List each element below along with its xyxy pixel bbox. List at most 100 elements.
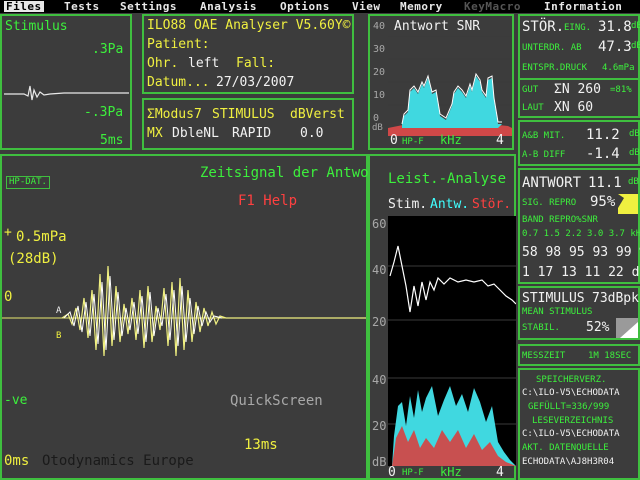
legend-stor: Stör. — [472, 197, 512, 212]
waveform-title: Zeitsignal der Antwort — [200, 165, 386, 181]
snr-ytick-30: 30 — [373, 44, 386, 55]
stor-label: STÖR. — [522, 19, 565, 35]
legend-stim: Stim. — [388, 197, 428, 212]
stability-indicator-icon — [616, 318, 638, 338]
menu-memory[interactable]: Memory — [400, 1, 443, 12]
power-ytick-20: 20 — [372, 315, 387, 329]
waveform-chart — [2, 265, 366, 357]
stimulus-stats-value: 73dBpk — [592, 291, 639, 306]
snr-ytick-20: 20 — [373, 67, 386, 78]
band-label: BAND REPRO%SNR — [522, 215, 598, 225]
druck-value: 4.6mPa — [602, 63, 635, 73]
legend-antw: Antw. — [430, 197, 470, 212]
time-panel: MESSZEIT 1M 18SEC — [518, 344, 640, 366]
band-freqs: 0.7 1.5 2.2 3.0 3.7 kHz — [522, 229, 640, 239]
eing-value: 31.8 — [598, 19, 632, 35]
minus-marker: -ve — [4, 393, 28, 408]
stimulus-bottom-scale: -.3Pa — [84, 105, 124, 120]
druck-label: ENTSPR.DRUCK — [522, 63, 588, 73]
plus-marker: + — [4, 225, 12, 240]
laut-label: LAUT — [522, 103, 544, 113]
company-label: Otodynamics Europe — [42, 453, 194, 469]
antwort-label: ANTWORT — [522, 175, 582, 191]
time-start-label: 0ms — [4, 453, 30, 469]
gain-value: 0.0 — [300, 126, 324, 141]
repro-label: SIG. REPRO — [522, 198, 577, 208]
rapid-value: RAPID — [232, 126, 272, 141]
snr-chart — [388, 36, 512, 136]
power-x-max: 4 — [496, 465, 504, 480]
power-x-unit: kHz — [440, 465, 462, 479]
stimulus-stats-label: STIMULUS — [522, 291, 585, 306]
stimulus-time-scale: 5ms — [100, 133, 124, 148]
band-snr-values: 1 17 13 11 22 dB — [522, 265, 640, 280]
gain-label: dBVerst — [290, 107, 345, 122]
mean-stimulus-label: MEAN STIMULUS — [522, 307, 593, 317]
hp-dat-label[interactable]: HP-DAT. — [6, 176, 50, 189]
noise-panel: STÖR. EING. 31.8 dB UNTERDR. AB 47.3 dB … — [518, 14, 640, 118]
snr-unit: dB — [372, 123, 383, 133]
power-ytick-60: 60 — [372, 217, 387, 231]
stimulus-panel: Stimulus .3Pa -.3Pa 5ms — [0, 14, 132, 150]
menu-view[interactable]: View — [352, 1, 381, 12]
power-x-zero: 0 — [388, 465, 396, 480]
snr-title: Antwort SNR — [394, 19, 481, 34]
patient-label: Patient: — [147, 37, 210, 52]
akt-path: ECHODATA\AJ8H3R04 — [522, 457, 615, 467]
power-panel: Leist.-Analyse Stim. Antw. Stör. 60 40 2… — [368, 154, 516, 480]
ab-diff-unit: dB — [629, 148, 640, 158]
help-hint[interactable]: F1 Help — [238, 194, 297, 208]
stabil-label: STABIL. — [522, 323, 560, 333]
akt-title: AKT. DATENQUELLE — [522, 443, 609, 453]
ab-diff-value: -1.4 — [586, 146, 620, 162]
antwort-value: 11.1 — [588, 175, 622, 191]
ab-diff-label: A-B DIFF — [522, 150, 566, 160]
gut-percent: =81% — [610, 85, 632, 95]
mode-label: ΣModus7 — [147, 107, 202, 122]
power-ytick-20b: 20 — [372, 419, 387, 433]
snr-x-max: 4 — [496, 133, 504, 148]
eing-label: EING. — [564, 23, 592, 33]
ab-mit-value: 11.2 — [586, 127, 620, 143]
stimulus-top-scale: .3Pa — [92, 42, 124, 57]
unterdr-unit: dB — [631, 41, 640, 51]
power-ytick-40: 40 — [372, 263, 387, 277]
speicher-path: C:\ILO-V5\ECHODATA — [522, 388, 620, 398]
snr-x-zero: 0 — [390, 133, 398, 148]
scale-pa: 0.5mPa — [16, 229, 67, 245]
power-filter: HP-F — [402, 468, 424, 478]
waveform-panel: HP-DAT. Zeitsignal der Antwort F1 Help +… — [0, 154, 385, 480]
menu-files[interactable]: Files — [4, 1, 44, 12]
lese-title: LESEVERZEICHNIS — [532, 416, 614, 426]
menu-tests[interactable]: Tests — [64, 1, 100, 12]
ab-mit-label: A&B MIT. — [522, 131, 566, 141]
menu-bar: Files Tests Settings Analysis Options Vi… — [0, 0, 640, 13]
ab-panel: A&B MIT. 11.2 dB A-B DIFF -1.4 dB — [518, 120, 640, 166]
laut-value: XN 60 — [554, 100, 594, 115]
menu-keymacro: KeyMacro — [464, 0, 521, 13]
menu-settings[interactable]: Settings — [120, 1, 177, 12]
stimulus-type-label: STIMULUS — [212, 107, 275, 122]
ear-value: left — [188, 56, 220, 71]
date-value: 27/03/2007 — [216, 75, 295, 90]
messzeit-label: MESSZEIT — [522, 351, 566, 361]
time-end-label: 13ms — [244, 437, 278, 453]
snr-filter: HP-F — [402, 137, 424, 147]
menu-analysis[interactable]: Analysis — [200, 1, 257, 12]
gefullt-label: GEFÜLLT=336/999 — [528, 402, 610, 412]
snr-ytick-10: 10 — [373, 90, 386, 101]
ab-mit-unit: dB — [629, 129, 640, 139]
snr-ytick-40: 40 — [373, 21, 386, 32]
storage-panel: SPEICHERVERZ. C:\ILO-V5\ECHODATA GEFÜLLT… — [518, 368, 640, 480]
date-label: Datum... — [147, 75, 210, 90]
response-panel: ANTWORT 11.1 dB SIG. REPRO 95% BAND REPR… — [518, 168, 640, 284]
menu-options[interactable]: Options — [280, 1, 330, 12]
stabil-value: 52% — [586, 320, 610, 335]
messzeit-value: 1M 18SEC — [588, 351, 632, 361]
menu-information[interactable]: Information — [544, 1, 622, 12]
band-repro-values: 58 98 95 93 99 % — [522, 245, 640, 260]
unterdr-label: UNTERDR. AB — [522, 43, 582, 53]
power-ytick-40b: 40 — [372, 373, 387, 387]
stim-type-value: DbleNL — [172, 126, 219, 141]
lese-path: C:\ILO-V5\ECHODATA — [522, 429, 620, 439]
